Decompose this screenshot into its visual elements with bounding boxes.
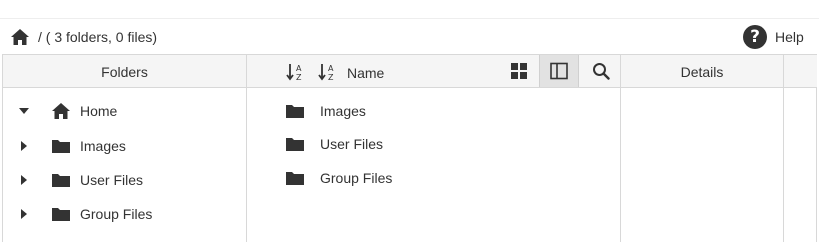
folder-icon — [285, 135, 305, 153]
caret-right-icon[interactable] — [17, 207, 31, 221]
tree-label: User Files — [80, 172, 144, 188]
file-label: Images — [320, 103, 366, 119]
folder-icon — [51, 205, 71, 223]
file-item-user-files[interactable]: User Files — [247, 130, 621, 158]
help-label: Help — [775, 29, 804, 45]
folder-icon — [285, 102, 305, 120]
caret-right-icon[interactable] — [17, 139, 31, 153]
sort-name-label[interactable]: Name — [347, 65, 384, 81]
question-circle-icon: ? — [743, 25, 767, 49]
side-strip-pane — [784, 55, 817, 242]
home-icon — [51, 102, 71, 120]
tree-item-user-files[interactable]: User Files — [3, 166, 247, 194]
side-strip-header — [784, 55, 817, 88]
column-view-icon[interactable] — [539, 55, 579, 87]
tree-label: Images — [80, 138, 126, 154]
file-item-images[interactable]: Images — [247, 97, 621, 125]
file-browser: Folders Home Images User Files Group Fil… — [2, 54, 817, 242]
sort-alpha-asc-icon[interactable]: A Z — [285, 61, 307, 83]
files-pane: A Z A Z Name Images User Files Group Fil… — [247, 55, 621, 242]
file-item-group-files[interactable]: Group Files — [247, 164, 621, 192]
help-button[interactable]: ? Help — [743, 24, 804, 50]
tree-item-images[interactable]: Images — [3, 132, 247, 160]
grid-view-icon[interactable] — [499, 55, 539, 87]
folder-icon — [51, 171, 71, 189]
details-title: Details — [680, 64, 724, 80]
tree-item-group-files[interactable]: Group Files — [3, 200, 247, 228]
files-header: A Z A Z Name — [247, 55, 620, 88]
home-icon[interactable] — [10, 27, 30, 47]
tree-label: Group Files — [80, 206, 153, 222]
caret-down-icon[interactable] — [17, 104, 31, 118]
caret-right-icon[interactable] — [17, 173, 31, 187]
path-bar: / ( 3 folders, 0 files) ? Help — [0, 20, 819, 54]
sort-alpha-desc-icon[interactable]: A Z — [317, 61, 339, 83]
tree-label: Home — [80, 103, 118, 119]
folders-title: Folders — [101, 64, 148, 80]
svg-text:Z: Z — [328, 73, 334, 82]
folders-pane: Folders Home Images User Files Group Fil… — [3, 55, 247, 242]
svg-text:Z: Z — [296, 73, 302, 82]
top-divider — [0, 18, 819, 19]
file-label: User Files — [320, 136, 384, 152]
tree-item-home[interactable]: Home — [3, 97, 247, 125]
details-pane: Details — [621, 55, 784, 242]
folder-icon — [285, 169, 305, 187]
file-label: Group Files — [320, 170, 393, 186]
path-breadcrumb: / ( 3 folders, 0 files) — [38, 29, 158, 45]
search-icon[interactable] — [581, 55, 621, 87]
folders-header: Folders — [3, 55, 246, 88]
svg-text:A: A — [328, 64, 334, 73]
folder-icon — [51, 137, 71, 155]
details-header: Details — [621, 55, 783, 88]
svg-text:A: A — [296, 64, 302, 73]
